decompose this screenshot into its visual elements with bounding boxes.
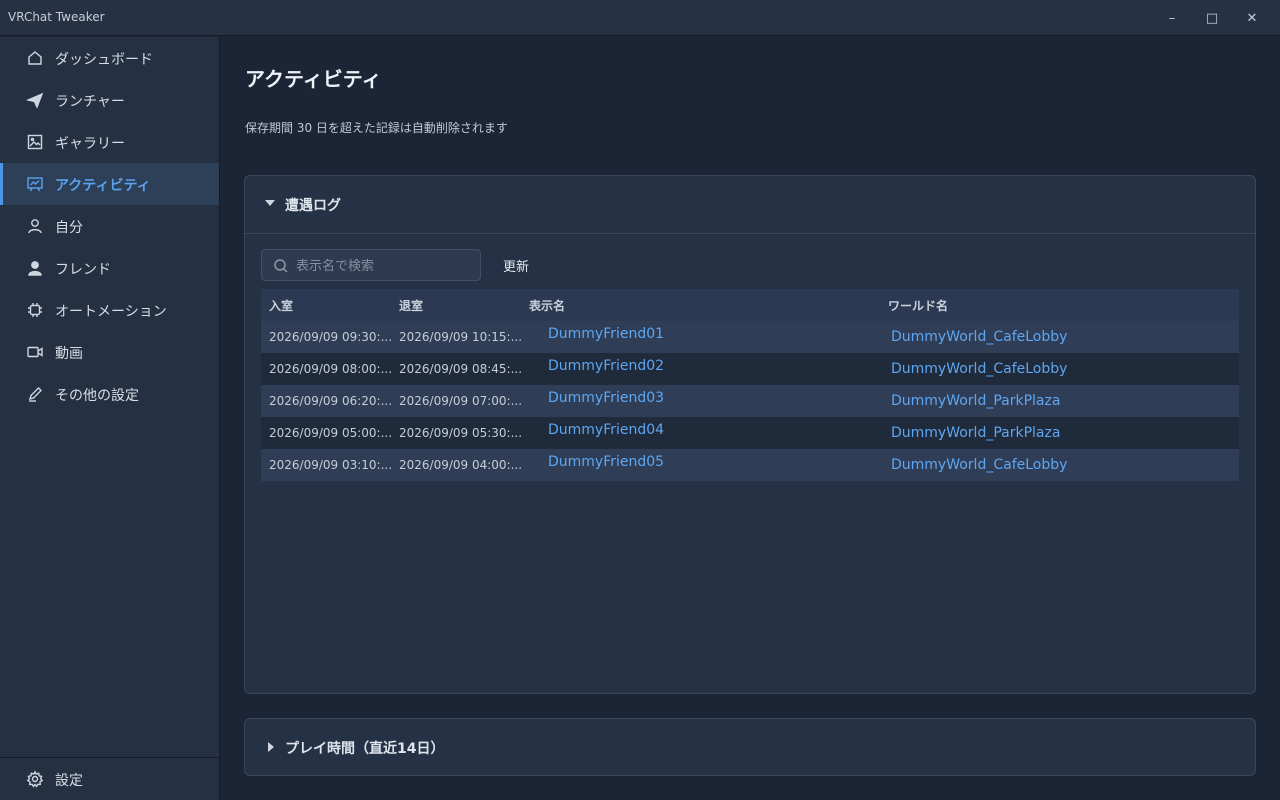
maximize-icon: □ — [1205, 10, 1219, 26]
refresh-button[interactable]: 更新 — [503, 256, 529, 275]
panel-divider — [245, 233, 1255, 234]
video-icon — [26, 343, 44, 361]
sidebar-item-gallery[interactable]: ギャラリー — [0, 121, 219, 163]
sidebar-item-activity[interactable]: アクティビティ — [0, 163, 219, 205]
sidebar-item-dashboard[interactable]: ダッシュボード — [0, 37, 219, 79]
home-icon — [26, 49, 44, 67]
send-icon — [25, 91, 44, 109]
table-row[interactable]: 2026/09/09 03:10:... 2026/09/09 04:00:..… — [261, 449, 1239, 481]
sidebar-item-settings[interactable]: 設定 — [0, 758, 219, 800]
sidebar-item-other-settings[interactable]: その他の設定 — [0, 373, 219, 415]
sidebar-item-automation[interactable]: オートメーション — [0, 289, 219, 331]
table-row[interactable]: 2026/09/09 08:00:... 2026/09/09 08:45:..… — [261, 353, 1239, 385]
search-input[interactable] — [296, 256, 476, 276]
pen-icon — [26, 385, 44, 403]
sidebar-item-label: 自分 — [55, 220, 83, 236]
cell-display-name-link[interactable]: DummyFriend05 — [548, 454, 664, 470]
sidebar-item-video[interactable]: 動画 — [0, 331, 219, 373]
column-header-display-name[interactable]: 表示名 — [529, 297, 565, 314]
sidebar-item-label: フレンド — [55, 262, 111, 278]
panel-title: 遭遇ログ — [285, 198, 341, 214]
cell-world-name-link[interactable]: DummyWorld_CafeLobby — [891, 329, 1067, 345]
encounter-table: 入室 退室 表示名 ワールド名 2026/09/09 09:30:... 202… — [261, 289, 1239, 481]
title-bar: VRChat Tweaker – □ ✕ — [0, 0, 1280, 36]
sidebar-item-launcher[interactable]: ランチャー — [0, 79, 219, 121]
cell-enter-time: 2026/09/09 06:20:... — [269, 394, 393, 408]
cell-display-name-link[interactable]: DummyFriend02 — [548, 358, 664, 374]
sidebar-item-label: アクティビティ — [55, 178, 151, 194]
cell-enter-time: 2026/09/09 09:30:... — [269, 330, 393, 344]
cell-enter-time: 2026/09/09 08:00:... — [269, 362, 393, 376]
table-row[interactable]: 2026/09/09 09:30:... 2026/09/09 10:15:..… — [261, 321, 1239, 353]
user-outline-icon — [26, 217, 44, 235]
close-icon: ✕ — [1246, 10, 1258, 26]
sidebar-item-label: ギャラリー — [55, 136, 125, 152]
cell-world-name-link[interactable]: DummyWorld_CafeLobby — [891, 361, 1067, 377]
gear-icon — [26, 770, 44, 788]
sidebar-item-label: ランチャー — [55, 94, 125, 110]
main-content: アクティビティ 保存期間 30 日を超えた記録は自動削除されます 遭遇ログ 更新… — [221, 37, 1280, 800]
cell-exit-time: 2026/09/09 05:30:... — [399, 426, 523, 440]
playtime-header[interactable]: プレイ時間（直近14日） — [245, 719, 1255, 776]
presentation-icon — [26, 175, 44, 193]
cell-display-name-link[interactable]: DummyFriend03 — [548, 390, 664, 406]
image-icon — [26, 133, 44, 151]
sidebar-item-label: その他の設定 — [55, 388, 139, 404]
cell-world-name-link[interactable]: DummyWorld_ParkPlaza — [891, 393, 1060, 409]
column-header-exit[interactable]: 退室 — [399, 297, 423, 314]
column-header-enter[interactable]: 入室 — [269, 297, 293, 314]
user-solid-icon — [26, 259, 44, 277]
page-title: アクティビティ — [245, 67, 382, 91]
search-box — [261, 249, 481, 281]
encounter-log-header[interactable]: 遭遇ログ — [245, 176, 1255, 233]
table-row[interactable]: 2026/09/09 05:00:... 2026/09/09 05:30:..… — [261, 417, 1239, 449]
sidebar: ダッシュボード ランチャー ギャラリー アクティビティ 自分 フレンド オートメ… — [0, 37, 220, 800]
minimize-icon: – — [1168, 10, 1176, 26]
sidebar-item-label: ダッシュボード — [55, 52, 153, 68]
page-subtitle: 保存期間 30 日を超えた記録は自動削除されます — [245, 121, 508, 135]
sidebar-item-friends[interactable]: フレンド — [0, 247, 219, 289]
sidebar-item-self[interactable]: 自分 — [0, 205, 219, 247]
close-button[interactable]: ✕ — [1232, 0, 1272, 36]
encounter-log-panel: 遭遇ログ 更新 入室 退室 表示名 ワールド名 2026/09/09 09:30… — [244, 175, 1256, 694]
cell-world-name-link[interactable]: DummyWorld_CafeLobby — [891, 457, 1067, 473]
cell-exit-time: 2026/09/09 08:45:... — [399, 362, 523, 376]
table-row[interactable]: 2026/09/09 06:20:... 2026/09/09 07:00:..… — [261, 385, 1239, 417]
sidebar-item-label: 設定 — [55, 773, 83, 789]
playtime-panel: プレイ時間（直近14日） — [244, 718, 1256, 776]
sidebar-item-label: 動画 — [55, 346, 83, 362]
cell-enter-time: 2026/09/09 03:10:... — [269, 458, 393, 472]
minimize-button[interactable]: – — [1152, 0, 1192, 36]
search-icon — [273, 258, 289, 274]
cell-exit-time: 2026/09/09 10:15:... — [399, 330, 523, 344]
panel-title: プレイ時間（直近14日） — [285, 741, 445, 757]
cell-display-name-link[interactable]: DummyFriend01 — [548, 326, 664, 342]
maximize-button[interactable]: □ — [1192, 0, 1232, 36]
chip-icon — [26, 301, 44, 319]
active-indicator — [0, 163, 3, 205]
sidebar-item-label: オートメーション — [55, 304, 167, 320]
cell-enter-time: 2026/09/09 05:00:... — [269, 426, 393, 440]
cell-display-name-link[interactable]: DummyFriend04 — [548, 422, 664, 438]
app-title: VRChat Tweaker — [8, 10, 105, 24]
cell-world-name-link[interactable]: DummyWorld_ParkPlaza — [891, 425, 1060, 441]
chevron-down-icon — [265, 200, 275, 206]
cell-exit-time: 2026/09/09 07:00:... — [399, 394, 523, 408]
chevron-right-icon — [268, 742, 274, 752]
column-header-world-name[interactable]: ワールド名 — [888, 297, 948, 314]
table-header: 入室 退室 表示名 ワールド名 — [261, 289, 1239, 321]
cell-exit-time: 2026/09/09 04:00:... — [399, 458, 523, 472]
